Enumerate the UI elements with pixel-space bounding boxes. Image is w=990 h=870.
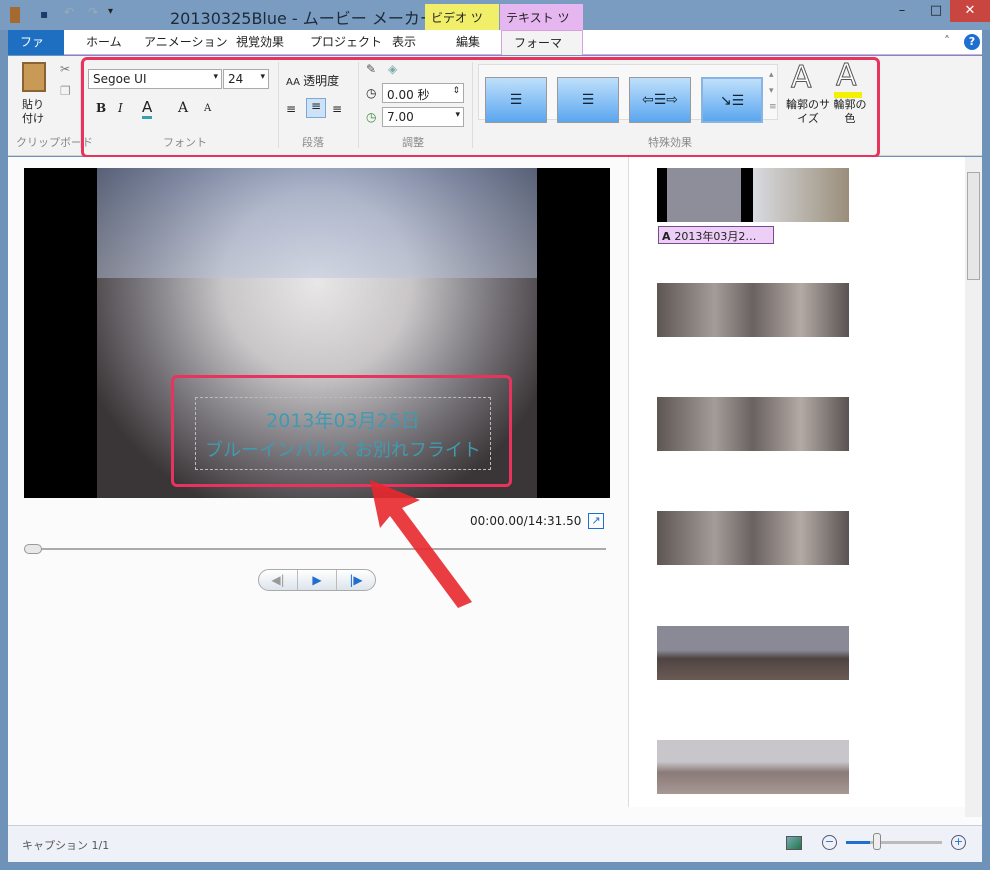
timecode: 00:00.00/14:31.50 [470, 514, 582, 528]
storyboard-clip[interactable] [657, 626, 849, 680]
scrollbar-thumb[interactable] [967, 172, 980, 280]
thumbnail-size-icon[interactable] [786, 836, 802, 850]
collapse-ribbon-icon[interactable]: ˄ [944, 34, 950, 48]
zoom-in-icon[interactable]: + [951, 835, 966, 850]
save-icon[interactable]: ▪ [40, 7, 48, 21]
seek-thumb[interactable] [24, 544, 42, 554]
text-clip-thumbnail[interactable] [657, 168, 849, 222]
play-button[interactable]: ▶ [298, 570, 337, 590]
close-button[interactable]: ✕ [950, 0, 990, 22]
app-icon [10, 7, 20, 23]
storyboard [628, 157, 965, 807]
tab-visual-effects[interactable]: 視覚効果 [224, 30, 296, 55]
tab-view[interactable]: 表示 [380, 30, 428, 55]
fullscreen-icon[interactable]: ↗ [588, 513, 604, 529]
preview-sky [97, 168, 537, 278]
annotation-highlight-ribbon [81, 57, 880, 158]
text-tools-context: テキスト ツール [500, 4, 583, 42]
status-text: キャプション 1/1 [22, 839, 110, 852]
storyboard-clip[interactable] [657, 397, 849, 451]
help-icon[interactable]: ? [964, 34, 980, 50]
seek-bar[interactable] [28, 548, 606, 550]
tab-home[interactable]: ホーム [74, 30, 134, 55]
video-tools-context: ビデオ ツール [425, 4, 499, 42]
playback-controls: ◀| ▶ |▶ [258, 569, 376, 591]
tab-edit[interactable]: 編集 [444, 30, 492, 55]
storyboard-clip[interactable] [657, 740, 849, 794]
zoom-slider[interactable] [846, 841, 942, 844]
paste-button[interactable]: 貼り付け [22, 98, 52, 126]
storyboard-clip[interactable] [657, 283, 849, 337]
ribbon-tabs: ファイル ホーム アニメーション 視覚効果 プロジェクト 表示 編集 フォーマッ… [8, 30, 982, 75]
window-title: 20130325Blue - ムービー メーカー [170, 9, 436, 28]
undo-icon[interactable]: ↶ [64, 5, 74, 19]
tab-file[interactable]: ファイル [8, 30, 64, 74]
zoom-slider-thumb[interactable] [873, 833, 881, 850]
zoom-slider-fill [846, 841, 870, 844]
redo-icon[interactable]: ↷ [88, 5, 98, 19]
paste-icon [22, 62, 46, 92]
zoom-out-icon[interactable]: − [822, 835, 837, 850]
storyboard-clip[interactable] [657, 511, 849, 565]
tab-format[interactable]: フォーマット [501, 30, 583, 75]
annotation-arrow [370, 480, 472, 608]
caption-clip-label[interactable]: A 2013年03月2… [658, 226, 774, 244]
previous-frame-button[interactable]: ◀| [259, 570, 298, 590]
caption-icon: A [662, 230, 675, 243]
cut-icon[interactable]: ✂ [60, 62, 70, 76]
quick-access-dropdown-icon[interactable]: ▾ [108, 6, 113, 17]
caption-clip-text: 2013年03月2… [674, 230, 757, 243]
copy-icon[interactable]: ❐ [60, 84, 71, 98]
